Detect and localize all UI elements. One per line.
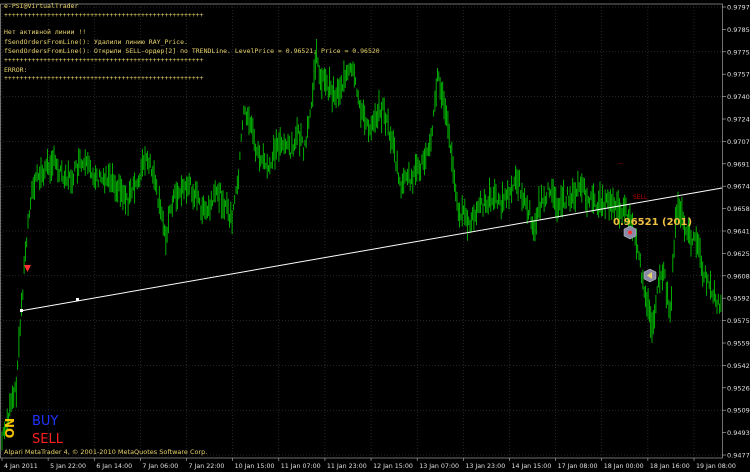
sell-marker-label: SELL: [633, 194, 648, 201]
price-label: 0.96521 (201): [613, 217, 692, 228]
price-axis-label: 0.95095: [727, 407, 750, 415]
price-axis-label: 0.95590: [727, 340, 750, 348]
log-line-no-active: Нет активной линии !!: [4, 28, 87, 36]
price-axis-label: 0.97970: [727, 4, 750, 12]
time-axis-label: 10 Jan 15:00: [235, 463, 275, 470]
on-toggle[interactable]: ON: [3, 418, 17, 438]
time-axis-label: 19 Jan 08:00: [696, 463, 736, 470]
sell-button[interactable]: SELL: [32, 432, 63, 447]
price-axis-label: 0.96910: [727, 160, 750, 168]
price-chart[interactable]: SELL 0.96521 (201) — 0.97970 0.97855 0.977…: [0, 0, 750, 472]
log-line-removed: fSendOrdersFromLine(): Удалили линию RAY…: [4, 38, 188, 46]
time-axis-label: 11 Jan 23:00: [327, 463, 367, 470]
price-axis-label: 0.97075: [727, 138, 750, 146]
price-axis-label: 0.95920: [727, 295, 750, 303]
time-axis-label: 5 Jan 22:00: [50, 463, 86, 470]
price-axis: 0.97970 0.97855 0.97755 0.97570 0.97405 0.972…: [722, 4, 750, 460]
price-axis-label: 0.96745: [727, 183, 750, 191]
log-separator: ++++++++++++++++++++++++++++++++++++++++…: [4, 56, 204, 64]
time-axis-label: 12 Jan 15:00: [373, 463, 413, 470]
chart-grid: [0, 3, 723, 459]
time-axis-label: 11 Jan 07:00: [281, 463, 321, 470]
order-close-icon[interactable]: [643, 268, 657, 283]
price-axis-label: 0.97755: [727, 48, 750, 56]
price-axis-label: 0.95755: [727, 317, 750, 325]
log-error: ERROR:: [4, 66, 28, 74]
trendline-anchor-mid[interactable]: [76, 298, 79, 301]
time-axis-label: 17 Jan 08:00: [558, 463, 598, 470]
price-axis-label: 0.97570: [727, 71, 750, 79]
price-axis-label: 0.96580: [727, 205, 750, 213]
price-axis-label: 0.94770: [727, 452, 750, 460]
buy-button[interactable]: BUY: [32, 414, 58, 429]
log-separator: ++++++++++++++++++++++++++++++++++++++++…: [4, 74, 204, 82]
small-marker: —: [618, 161, 623, 167]
sell-arrow-icon: [24, 265, 31, 272]
order-open-icon[interactable]: [623, 225, 637, 240]
time-axis-label: 13 Jan 07:00: [419, 463, 459, 470]
time-axis-label: 4 Jan 2011: [4, 463, 38, 470]
time-axis-label: 14 Jan 15:00: [511, 463, 551, 470]
price-bars: [1, 39, 722, 451]
price-axis-label: 0.95425: [727, 362, 750, 370]
price-axis-label: 0.96250: [727, 250, 750, 258]
log-title: e-PSI@VirtualTrader: [4, 2, 79, 10]
time-axis: 4 Jan 2011 5 Jan 22:00 6 Jan 14:00 7 Jan 06…: [1, 458, 736, 470]
log-separator: ++++++++++++++++++++++++++++++++++++++++…: [4, 11, 204, 19]
price-axis-label: 0.97240: [727, 116, 750, 124]
log-line-opened: fSendOrdersFromLine(): Открыли SELL-орде…: [4, 47, 380, 55]
time-axis-label: 7 Jan 06:00: [142, 463, 178, 470]
time-axis-label: 18 Jan 00:00: [604, 463, 644, 470]
time-axis-label: 6 Jan 14:00: [96, 463, 132, 470]
trendline-anchor-left[interactable]: [20, 309, 23, 312]
price-axis-label: 0.97855: [727, 26, 750, 34]
price-axis-label: 0.96415: [727, 228, 750, 236]
time-axis-label: 7 Jan 22:00: [189, 463, 225, 470]
time-axis-label: 13 Jan 23:00: [465, 463, 505, 470]
price-axis-label: 0.97405: [727, 93, 750, 101]
price-axis-label: 0.96085: [727, 272, 750, 280]
time-axis-label: 18 Jan 16:00: [650, 463, 690, 470]
price-axis-label: 0.95260: [727, 384, 750, 392]
copyright-footer: Alpari MetaTrader 4, © 2001-2010 MetaQuo…: [4, 448, 208, 456]
price-axis-label: 0.94930: [727, 429, 750, 437]
